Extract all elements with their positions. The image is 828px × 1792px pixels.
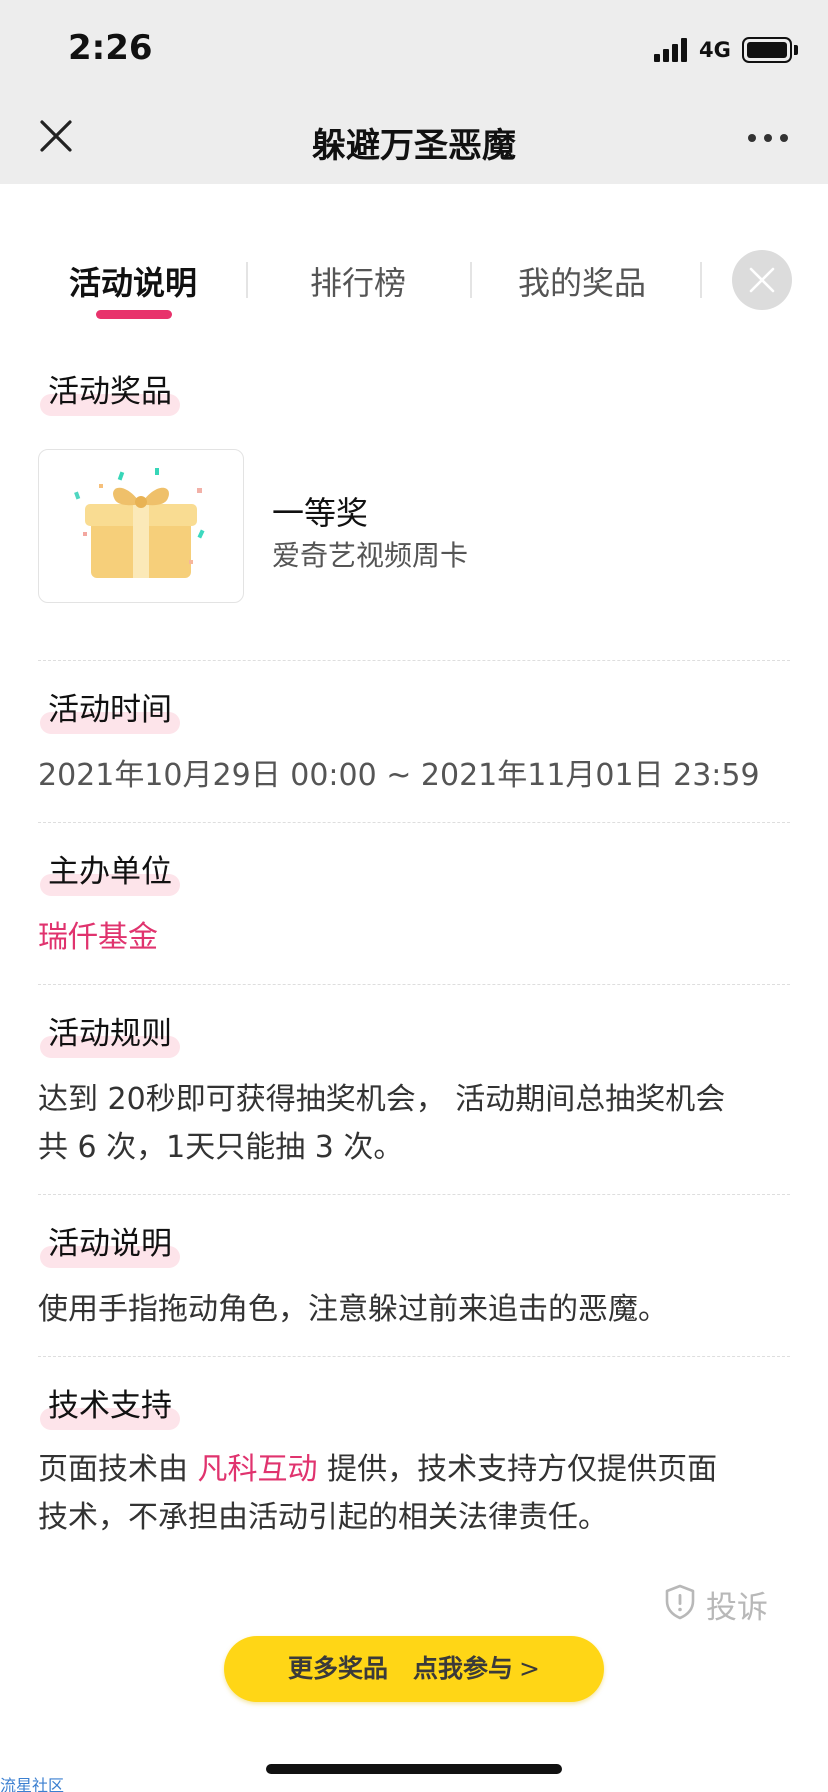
more-icon[interactable] xyxy=(748,134,788,144)
divider xyxy=(38,660,790,661)
support-line: 页面技术由 凡科互动 提供，技术支持方仅提供页面 xyxy=(38,1446,790,1494)
prize-name: 一等奖 xyxy=(272,494,369,532)
status-bar: 2:26 4G xyxy=(0,0,828,92)
chevron-right-icon: > xyxy=(519,1654,540,1683)
tab-leaderboard[interactable]: 排行榜 xyxy=(310,258,406,304)
support-text: 页面技术由 凡科互动 提供，技术支持方仅提供页面 技术，不承担由活动引起的相关法… xyxy=(38,1446,790,1542)
prize-image-card xyxy=(38,449,244,603)
tab-bar: 活动说明 排行榜 我的奖品 xyxy=(0,238,828,319)
active-tab-indicator xyxy=(96,310,172,319)
rules-line: 共 6 次，1天只能抽 3 次。 xyxy=(38,1130,404,1165)
tab-activity-info[interactable]: 活动说明 xyxy=(69,258,197,304)
status-time: 2:26 xyxy=(68,28,153,68)
support-prefix: 页面技术由 xyxy=(38,1452,198,1487)
tab-divider xyxy=(700,262,702,298)
provider-link[interactable]: 凡科互动 xyxy=(198,1452,318,1487)
nav-bar: 躲避万圣恶魔 xyxy=(0,92,828,184)
rules-text: 达到 20秒即可获得抽奖机会， 活动期间总抽奖机会 共 6 次，1天只能抽 3 … xyxy=(38,1076,790,1172)
rules-line: 达到 20秒即可获得抽奖机会， 活动期间总抽奖机会 xyxy=(38,1082,726,1117)
panel-close-icon xyxy=(749,267,775,293)
cta-label: 更多奖品 点我参与 xyxy=(288,1654,514,1683)
organizer-name: 瑞仟基金 xyxy=(38,920,158,955)
panel-close-button[interactable] xyxy=(732,250,792,310)
divider xyxy=(38,1194,790,1195)
signal-icon xyxy=(654,38,688,62)
watermark: 流星社区 xyxy=(0,1776,65,1792)
divider xyxy=(38,822,790,823)
battery-cap xyxy=(794,45,798,55)
support-suffix: 提供，技术支持方仅提供页面 xyxy=(317,1452,718,1487)
tab-divider xyxy=(470,262,472,298)
home-indicator xyxy=(266,1764,562,1774)
tab-divider xyxy=(246,262,248,298)
divider xyxy=(38,1356,790,1357)
support-line: 技术，不承担由活动引起的相关法律责任。 xyxy=(38,1500,608,1535)
network-type: 4G xyxy=(699,38,731,62)
report-label: 投诉 xyxy=(706,1590,768,1626)
description-text: 使用手指拖动角色，注意躲过前来追击的恶魔。 xyxy=(38,1292,668,1327)
prize-description: 爱奇艺视频周卡 xyxy=(272,539,469,572)
gift-icon xyxy=(74,468,205,578)
divider xyxy=(38,984,790,985)
shield-icon xyxy=(665,1584,695,1620)
activity-time-value: 2021年10月29日 00:00 ~ 2021年11月01日 23:59 xyxy=(38,758,760,793)
join-more-prizes-button[interactable]: 更多奖品 点我参与 > xyxy=(224,1636,604,1702)
battery-icon xyxy=(742,37,792,63)
tab-my-prizes[interactable]: 我的奖品 xyxy=(518,258,646,304)
page-title: 躲避万圣恶魔 xyxy=(312,126,516,166)
